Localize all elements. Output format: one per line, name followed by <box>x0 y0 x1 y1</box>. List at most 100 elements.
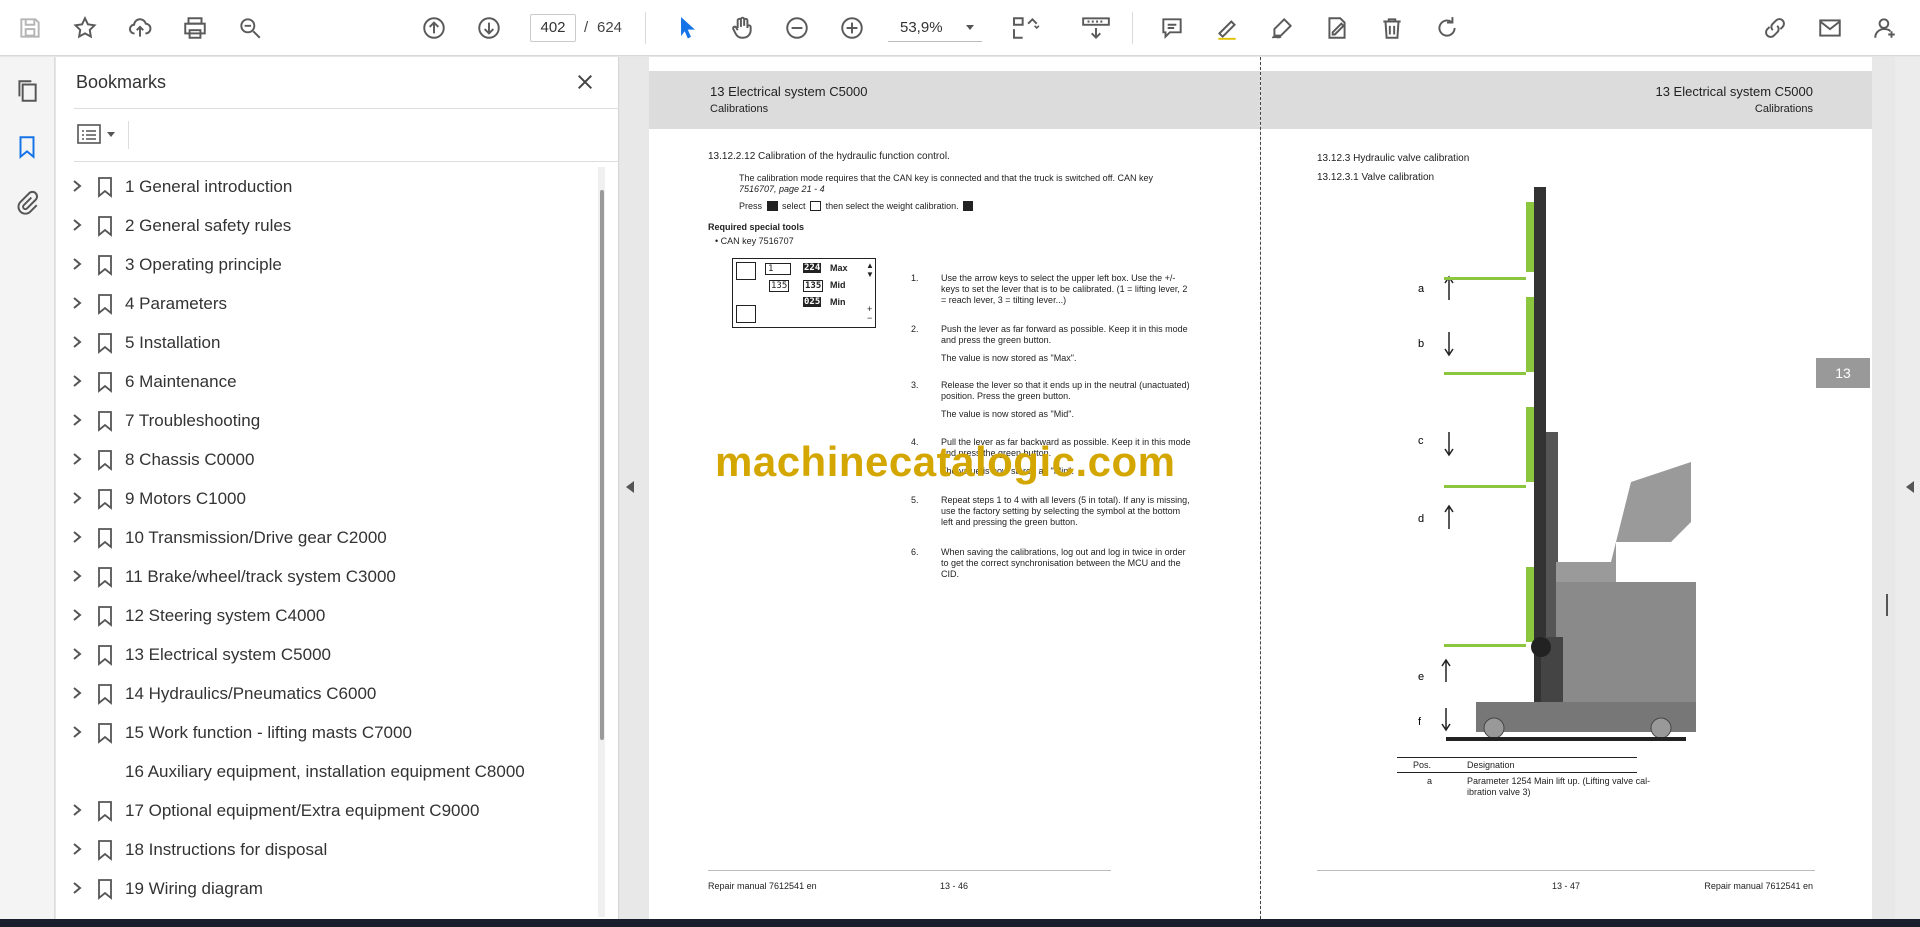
expand-right-pane-arrow-icon[interactable] <box>1904 480 1914 493</box>
page-fit-icon[interactable] <box>1003 10 1051 46</box>
bookmark-item[interactable]: 2 General safety rules <box>56 206 596 245</box>
bookmark-list: 1 General introduction 2 General safety r… <box>56 167 596 908</box>
chevron-right-icon[interactable] <box>70 374 84 388</box>
bookmark-item[interactable]: 5 Installation <box>56 323 596 362</box>
bookmark-item[interactable]: 18 Instructions for disposal <box>56 830 596 869</box>
attachments-icon[interactable] <box>11 187 43 219</box>
select-cursor-icon[interactable] <box>669 10 705 46</box>
chevron-right-icon[interactable] <box>70 452 84 466</box>
zoom-level-select[interactable]: 53,9% <box>888 14 982 42</box>
chevron-right-icon[interactable] <box>70 608 84 622</box>
zoom-search-icon[interactable] <box>232 10 268 46</box>
bookmark-label: 1 General introduction <box>125 177 293 196</box>
bookmark-icon <box>96 488 116 510</box>
weight-text: then select the weight calibration. <box>825 201 959 211</box>
table-header-pos: Pos. <box>1413 760 1432 770</box>
bookmark-item[interactable]: 9 Motors C1000 <box>56 479 596 518</box>
draw-icon[interactable] <box>1264 10 1300 46</box>
scroll-mode-icon[interactable] <box>1074 10 1118 46</box>
page-header-title: 13 Electrical system C5000 <box>1655 84 1813 99</box>
save-icon[interactable] <box>12 10 48 46</box>
display-label: Mid <box>830 280 846 290</box>
bookmark-label: 3 Operating principle <box>125 255 282 274</box>
collapse-panel-arrow-icon[interactable] <box>626 480 636 493</box>
chapter-tab: 13 <box>1816 358 1870 388</box>
bookmark-item[interactable]: 6 Maintenance <box>56 362 596 401</box>
step-text: Push the lever as far forward as possibl… <box>941 324 1188 334</box>
bookmark-item[interactable]: 8 Chassis C0000 <box>56 440 596 479</box>
chevron-right-icon[interactable] <box>70 725 84 739</box>
bookmark-item[interactable]: 15 Work function - lifting masts C7000 <box>56 713 596 752</box>
intro-link: 7516707, page 21 - 4 <box>739 184 825 194</box>
chevron-right-icon[interactable] <box>70 335 84 349</box>
chevron-right-icon[interactable] <box>70 491 84 505</box>
bookmark-item[interactable]: 14 Hydraulics/Pneumatics C6000 <box>56 674 596 713</box>
comment-icon[interactable] <box>1154 10 1190 46</box>
chevron-down-icon <box>966 25 974 30</box>
upload-icon[interactable] <box>122 10 158 46</box>
chevron-right-icon[interactable] <box>70 218 84 232</box>
footer-page-number: 13 - 47 <box>1552 881 1581 891</box>
bookmark-options-button[interactable] <box>76 119 122 149</box>
step-text: use the factory setting by selecting the… <box>941 506 1181 516</box>
chevron-right-icon[interactable] <box>70 647 84 661</box>
chevron-right-icon[interactable] <box>70 842 84 856</box>
bookmark-label: 16 Auxiliary equipment, installation equ… <box>125 762 525 781</box>
page-thumbnails-icon[interactable] <box>11 75 43 107</box>
chevron-right-icon[interactable] <box>70 569 84 583</box>
panel-scroll-thumb[interactable] <box>600 190 604 740</box>
bookmark-item[interactable]: 16 Auxiliary equipment, installation equ… <box>56 752 596 791</box>
step-text: The value is now stored as "Mid". <box>941 409 1074 419</box>
close-icon[interactable] <box>572 69 598 95</box>
bookmarks-panel-icon[interactable] <box>11 131 43 163</box>
press-text: Press <box>739 201 763 211</box>
delete-icon[interactable] <box>1374 10 1410 46</box>
table-row-designation-cont: ibration valve 3) <box>1467 787 1531 797</box>
document-page-right: 13 Electrical system C5000 Calibrations … <box>1261 57 1872 919</box>
footer-manual: Repair manual 7612541 en <box>1704 881 1813 891</box>
print-icon[interactable] <box>177 10 213 46</box>
chevron-right-icon[interactable] <box>70 686 84 700</box>
label-e: e <box>1418 671 1424 683</box>
step-text: Repeat steps 1 to 4 with all levers (5 i… <box>941 495 1190 505</box>
chevron-right-icon[interactable] <box>70 803 84 817</box>
bookmark-item[interactable]: 17 Optional equipment/Extra equipment C9… <box>56 791 596 830</box>
bookmark-item[interactable]: 10 Transmission/Drive gear C2000 <box>56 518 596 557</box>
section-heading: 13.12.2.12 Calibration of the hydraulic … <box>708 151 950 162</box>
fill-sign-icon[interactable] <box>1319 10 1355 46</box>
bookmark-item[interactable]: 11 Brake/wheel/track system C3000 <box>56 557 596 596</box>
chevron-right-icon[interactable] <box>70 296 84 310</box>
hand-tool-icon[interactable] <box>724 10 760 46</box>
bookmark-label: 13 Electrical system C5000 <box>125 645 331 664</box>
zoom-out-icon[interactable] <box>779 10 815 46</box>
chevron-right-icon[interactable] <box>70 179 84 193</box>
bookmark-item[interactable]: 12 Steering system C4000 <box>56 596 596 635</box>
next-page-icon[interactable] <box>471 10 507 46</box>
zoom-in-icon[interactable] <box>834 10 870 46</box>
chevron-right-icon[interactable] <box>70 881 84 895</box>
bookmark-label: 14 Hydraulics/Pneumatics C6000 <box>125 684 377 703</box>
bookmark-label: 4 Parameters <box>125 294 228 313</box>
bookmark-item[interactable]: 1 General introduction <box>56 167 596 206</box>
panel-title: Bookmarks <box>76 72 167 92</box>
table-header-designation: Designation <box>1467 760 1515 770</box>
bookmark-icon <box>96 839 116 861</box>
chevron-right-icon[interactable] <box>70 530 84 544</box>
arrows-up-down-icon: ▲ ▼ <box>866 261 874 279</box>
bookmark-item[interactable]: 4 Parameters <box>56 284 596 323</box>
bookmark-item[interactable]: 13 Electrical system C5000 <box>56 635 596 674</box>
chevron-right-icon[interactable] <box>70 413 84 427</box>
star-icon[interactable] <box>67 10 103 46</box>
display-value: 135 <box>769 280 790 292</box>
highlight-pen-icon[interactable] <box>1209 10 1245 46</box>
page-number-input[interactable]: 402 <box>530 14 576 42</box>
previous-page-icon[interactable] <box>416 10 452 46</box>
share-link-icon[interactable] <box>1757 10 1793 46</box>
email-icon[interactable] <box>1812 10 1848 46</box>
bookmark-item[interactable]: 19 Wiring diagram <box>56 869 596 908</box>
chevron-right-icon[interactable] <box>70 257 84 271</box>
account-icon[interactable] <box>1867 10 1903 46</box>
redo-icon[interactable] <box>1429 10 1465 46</box>
bookmark-item[interactable]: 7 Troubleshooting <box>56 401 596 440</box>
bookmark-item[interactable]: 3 Operating principle <box>56 245 596 284</box>
